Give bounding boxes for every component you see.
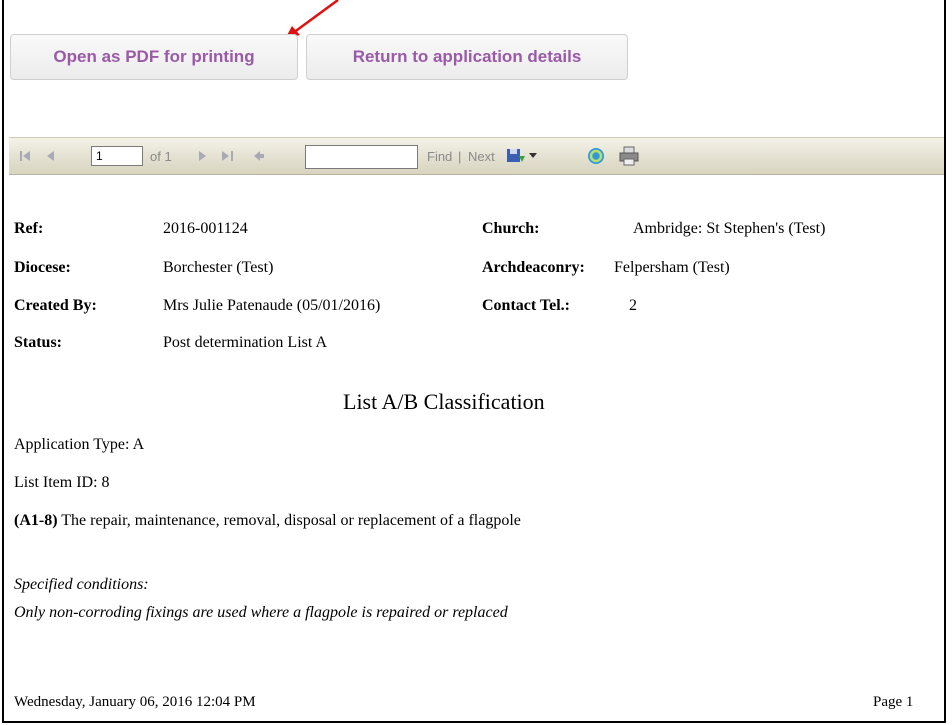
list-item-code: (A1-8): [14, 512, 58, 529]
export-icon[interactable]: [506, 138, 526, 174]
church-label: Church:: [482, 220, 540, 237]
list-item-text: The repair, maintenance, removal, dispos…: [57, 512, 521, 529]
list-item-description: (A1-8) The repair, maintenance, removal,…: [14, 512, 521, 530]
status-label: Status:: [14, 334, 63, 351]
status-value: Post determination List A: [163, 334, 327, 351]
toolbar-separator: |: [458, 148, 462, 164]
conditions-text: Only non-corroding fixings are used wher…: [14, 604, 508, 621]
print-icon[interactable]: [618, 138, 640, 174]
find-input[interactable]: [305, 145, 418, 169]
created-by-label: Created By:: [14, 297, 97, 314]
first-page-icon[interactable]: [19, 138, 31, 174]
diocese-value: Borchester (Test): [163, 259, 274, 276]
created-by-value: Mrs Julie Patenaude (05/01/2016): [163, 297, 381, 314]
find-link[interactable]: Find: [427, 138, 452, 174]
previous-page-icon[interactable]: [46, 138, 56, 174]
ref-value: 2016-001124: [163, 220, 248, 237]
list-item-id: List Item ID: 8: [14, 474, 110, 491]
report-toolbar: of 1 Find | Next: [9, 137, 944, 175]
classification-title: List A/B Classification: [343, 389, 545, 414]
footer-timestamp: Wednesday, January 06, 2016 12:04 PM: [14, 694, 256, 710]
back-icon[interactable]: [253, 138, 265, 174]
open-pdf-button[interactable]: Open as PDF for printing: [10, 34, 298, 80]
next-page-icon[interactable]: [197, 138, 207, 174]
ref-label: Ref:: [14, 220, 44, 237]
conditions-heading: Specified conditions:: [14, 576, 149, 593]
contact-tel-label: Contact Tel.:: [482, 297, 570, 314]
page-count-label: of 1: [150, 148, 172, 164]
export-dropdown-icon[interactable]: [529, 138, 537, 174]
last-page-icon[interactable]: [221, 138, 235, 174]
archdeaconry-value: Felpersham (Test): [614, 259, 730, 276]
church-value: Ambridge: St Stephen's (Test): [633, 220, 826, 237]
archdeaconry-label: Archdeaconry:: [482, 259, 585, 276]
footer-page-number: Page 1: [873, 694, 914, 710]
refresh-icon[interactable]: [586, 138, 606, 174]
next-link[interactable]: Next: [468, 138, 495, 174]
contact-tel-value: 2: [629, 297, 637, 314]
application-type: Application Type: A: [14, 436, 145, 453]
return-to-details-button[interactable]: Return to application details: [306, 34, 628, 80]
page-number-input[interactable]: [91, 146, 143, 166]
diocese-label: Diocese:: [14, 259, 71, 276]
